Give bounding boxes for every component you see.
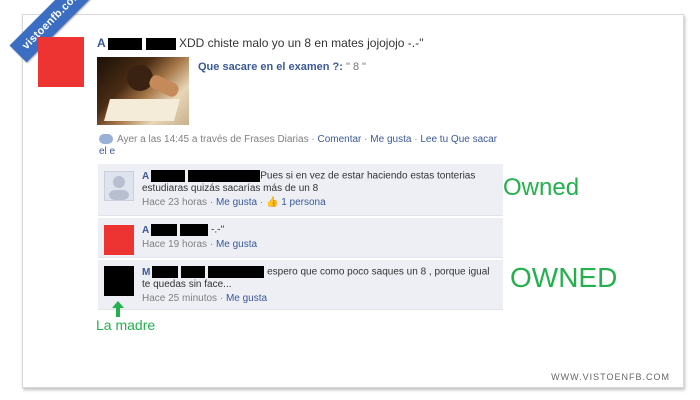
owned-annotation: Owned: [503, 174, 580, 201]
commenter-name[interactable]: M: [142, 266, 265, 278]
likes-count-link[interactable]: 1 persona: [281, 197, 325, 208]
censor-bar: [145, 37, 176, 50]
post-text-line: A XDD chiste malo yo un 8 en mates jojoj…: [97, 36, 424, 50]
like-link[interactable]: Me gusta: [370, 134, 411, 145]
comment-item: A Pues si en vez de estar haciendo estas …: [98, 164, 503, 216]
avatar[interactable]: [104, 266, 134, 296]
comment-meta: Hace 19 horas · Me gusta: [142, 238, 258, 250]
comment-text: -.-'': [211, 224, 225, 236]
comment-item: M espero que como poco saques un 8 , por…: [98, 260, 503, 310]
app-result: Que sacare en el examen ?: " 8 ": [198, 61, 366, 73]
up-arrow-icon: [112, 301, 124, 317]
watermark: WWW.VISTOENFB.COM: [551, 372, 670, 382]
post-time: Ayer a las 14:45 a través de Frases Diar…: [117, 134, 309, 145]
app-answer: " 8 ": [345, 61, 367, 73]
comment-like-link[interactable]: Me gusta: [226, 293, 267, 304]
comment-item: A -.-'' Hace 19 horas · Me gusta: [98, 218, 503, 258]
thumbs-up-icon: 👍: [265, 196, 279, 208]
avatar[interactable]: [104, 171, 134, 201]
comment-like-link[interactable]: Me gusta: [216, 197, 257, 208]
censor-bar: [107, 37, 142, 50]
commenter-name[interactable]: A: [142, 224, 209, 236]
owned-annotation-large: OWNED: [510, 262, 618, 293]
post-text: XDD chiste malo yo un 8 en mates jojojoj…: [179, 36, 424, 50]
comment-meta: Hace 23 horas · Me gusta · 👍 1 persona: [142, 196, 326, 208]
comment-meta: Hace 25 minutos · Me gusta: [142, 292, 268, 304]
post-photo[interactable]: [97, 57, 189, 125]
comment-link[interactable]: Comentar: [317, 134, 361, 145]
avatar[interactable]: [104, 225, 134, 255]
comment-like-link[interactable]: Me gusta: [216, 239, 257, 250]
comment-list: A Pues si en vez de estar haciendo estas …: [98, 164, 503, 312]
commenter-name[interactable]: A: [142, 170, 261, 182]
mother-label: La madre: [96, 317, 156, 333]
post-author-avatar[interactable]: [38, 37, 84, 87]
speech-bubble-icon: [99, 134, 113, 145]
app-question-link[interactable]: Que sacare en el examen ?:: [198, 61, 343, 73]
post-author-name[interactable]: A: [97, 36, 176, 50]
post-meta: Ayer a las 14:45 a través de Frases Diar…: [99, 134, 498, 157]
